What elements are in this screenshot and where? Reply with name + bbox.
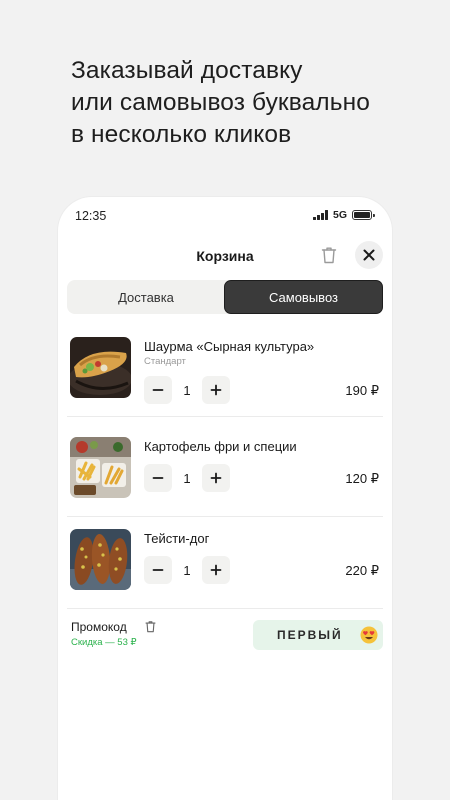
plus-icon — [210, 472, 222, 484]
cart-item-hotdog: Тейсти-дог 1 220 ₽ — [67, 517, 383, 609]
heart-eyes-icon — [360, 626, 378, 649]
clear-cart-button[interactable] — [317, 243, 341, 267]
remove-promo-button[interactable] — [145, 620, 156, 638]
item-price: 220 ₽ — [345, 563, 379, 578]
tab-pickup[interactable]: Самовывоз — [224, 280, 383, 314]
battery-fill — [354, 212, 370, 218]
minus-icon — [152, 389, 164, 391]
item-price: 120 ₽ — [345, 471, 379, 486]
item-divider — [67, 416, 383, 417]
decrease-quantity-button[interactable] — [144, 376, 172, 404]
increase-quantity-button[interactable] — [202, 376, 230, 404]
decrease-quantity-button[interactable] — [144, 556, 172, 584]
cart-title: Корзина — [196, 248, 254, 264]
item-variant: Стандарт — [144, 356, 186, 367]
battery-icon — [352, 210, 375, 220]
delivery-mode-switch: Доставка Самовывоз — [67, 280, 383, 314]
status-time: 12:35 — [75, 209, 107, 223]
headline-line-3: в несколько кликов — [71, 121, 292, 148]
tab-delivery[interactable]: Доставка — [67, 280, 225, 314]
hotdog-photo — [70, 529, 131, 590]
item-price: 190 ₽ — [345, 383, 379, 398]
promo-discount: Скидка — 53 ₽ — [71, 637, 137, 648]
close-button[interactable] — [355, 241, 383, 269]
status-indicators: 5G — [313, 209, 375, 221]
cart-item-shawarma: Шаурма «Сырная культура» Стандарт 1 190 … — [67, 325, 383, 417]
status-bar: 12:35 5G — [58, 197, 392, 237]
item-name: Картофель фри и специи — [144, 439, 297, 454]
phone-frame: 12:35 5G Корзина Доставка Самовывоз Шаур… — [58, 197, 392, 800]
minus-icon — [152, 477, 164, 479]
signal-icon — [313, 210, 328, 220]
promo-label: Промокод — [71, 620, 127, 634]
quantity-value: 1 — [183, 471, 191, 486]
close-icon — [363, 249, 375, 261]
quantity-value: 1 — [183, 383, 191, 398]
minus-icon — [152, 569, 164, 571]
plus-icon — [210, 384, 222, 396]
quantity-value: 1 — [183, 563, 191, 578]
shawarma-photo — [70, 337, 131, 398]
promo-headline: Заказывай доставку или самовывоз букваль… — [71, 55, 431, 151]
headline-line-1: Заказывай доставку — [71, 57, 303, 84]
promo-code-row: Промокод Скидка — 53 ₽ ПЕРВЫЙ — [67, 617, 383, 653]
cart-item-fries: Картофель фри и специи 1 120 ₽ — [67, 425, 383, 517]
plus-icon — [210, 564, 222, 576]
item-name: Шаурма «Сырная культура» — [144, 339, 315, 354]
trash-icon — [145, 621, 156, 633]
item-name: Тейсти-дог — [144, 531, 210, 546]
increase-quantity-button[interactable] — [202, 464, 230, 492]
trash-icon — [321, 247, 337, 264]
item-divider — [67, 608, 383, 609]
network-type: 5G — [332, 209, 347, 221]
promo-code-text: ПЕРВЫЙ — [277, 628, 343, 642]
headline-line-2: или самовывоз буквально — [71, 89, 370, 116]
promo-code-badge[interactable]: ПЕРВЫЙ — [253, 620, 383, 650]
fries-photo — [70, 437, 131, 498]
decrease-quantity-button[interactable] — [144, 464, 172, 492]
increase-quantity-button[interactable] — [202, 556, 230, 584]
